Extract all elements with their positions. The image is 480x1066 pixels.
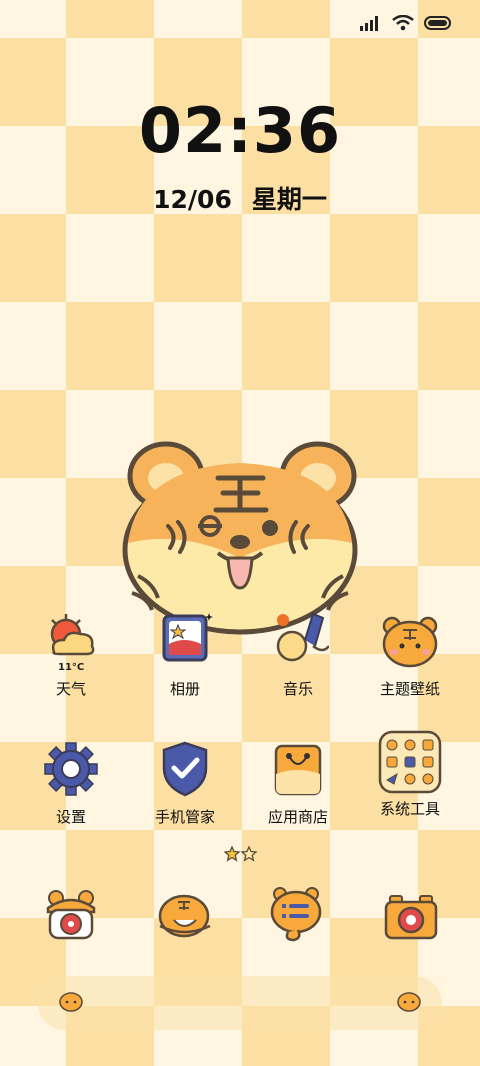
- app-music[interactable]: 音乐: [243, 610, 353, 699]
- messages-icon: [158, 894, 211, 938]
- camera-icon: [384, 895, 438, 940]
- app-phone-manager[interactable]: 手机管家: [130, 738, 240, 827]
- app-weather[interactable]: 11°C 天气: [16, 610, 126, 699]
- app-label: 天气: [55, 680, 86, 698]
- page-indicator[interactable]: [224, 846, 258, 862]
- clock-weekday: 星期一: [251, 185, 327, 214]
- gear-icon: [40, 738, 102, 800]
- app-label: 主题壁纸: [379, 680, 440, 698]
- gallery-icon: [154, 610, 216, 672]
- dock-app-chat[interactable]: [268, 886, 326, 948]
- tiger-face-illustration: [122, 441, 358, 635]
- app-label: 手机管家: [154, 808, 215, 826]
- app-label: 应用商店: [267, 808, 328, 826]
- clock-date: 12/06: [153, 185, 232, 214]
- tiger-mini-icon: [59, 992, 83, 1012]
- clock-time[interactable]: 02:36: [0, 100, 480, 162]
- signal-bars-icon: [360, 16, 378, 31]
- tiger-mini-icon: [397, 992, 421, 1012]
- app-gallery[interactable]: 相册: [130, 610, 240, 699]
- wifi-icon: [392, 15, 414, 31]
- app-label: 设置: [55, 808, 86, 826]
- phone-icon: [46, 890, 96, 940]
- page-dot-active: [224, 846, 241, 862]
- app-label: 相册: [169, 680, 200, 698]
- app-store-icon: [267, 738, 329, 800]
- status-bar: [360, 12, 452, 34]
- app-store[interactable]: 应用商店: [243, 738, 353, 827]
- dock-bar: [38, 976, 442, 1030]
- app-label: 系统工具: [379, 800, 440, 818]
- dock-app-phone[interactable]: [42, 886, 100, 948]
- theme-wallpaper-icon: [379, 610, 441, 672]
- chat-icon: [270, 887, 322, 942]
- page-dot: [240, 846, 258, 862]
- dock-app-camera[interactable]: [382, 886, 440, 948]
- weather-temp: 11°C: [58, 662, 85, 673]
- clock-date-row: 12/06 星期一: [0, 180, 480, 216]
- app-theme-wallpaper[interactable]: 主题壁纸: [355, 610, 465, 699]
- weather-icon: 11°C: [40, 610, 102, 673]
- app-settings[interactable]: 设置: [16, 738, 126, 827]
- dock-app-messages[interactable]: [156, 886, 214, 948]
- shield-icon: [154, 738, 216, 800]
- app-system-tools-folder[interactable]: 系统工具: [355, 730, 465, 819]
- app-label: 音乐: [282, 680, 313, 698]
- music-icon: [267, 610, 329, 672]
- system-tools-folder-icon: [378, 730, 442, 794]
- battery-icon: [424, 16, 451, 30]
